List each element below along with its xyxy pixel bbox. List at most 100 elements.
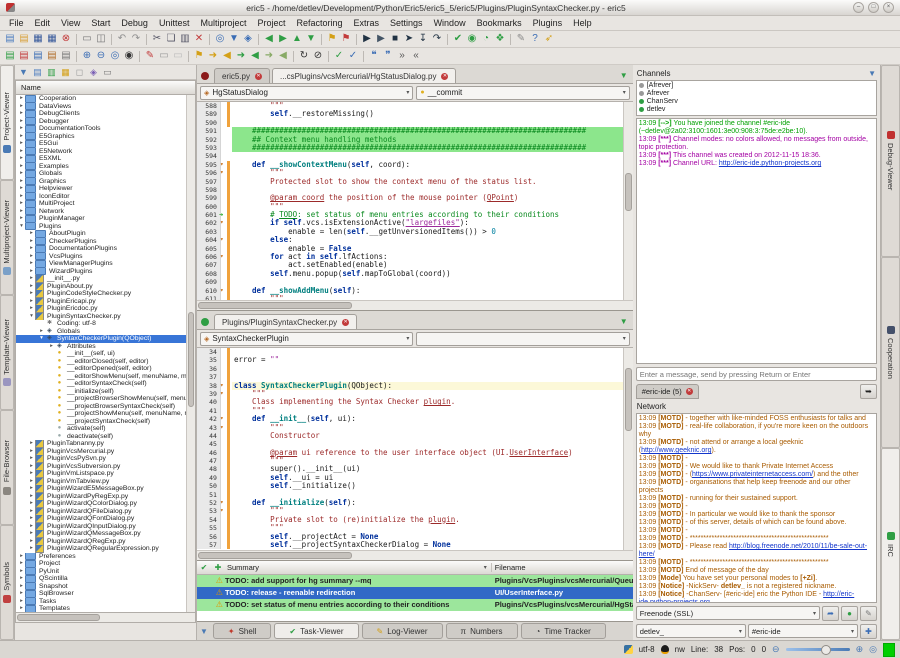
tree-item[interactable]: ● activate(self)	[16, 425, 195, 433]
line-number[interactable]: 47	[196, 457, 221, 466]
close-icon[interactable]	[254, 72, 262, 80]
line-number[interactable]: 38	[196, 381, 221, 390]
tree-item[interactable]: ▸ __init__.py	[16, 275, 195, 283]
tree-expander-icon[interactable]: ▸	[28, 238, 35, 246]
run-script-icon[interactable]: ▶	[360, 32, 374, 46]
profile-icon[interactable]: ◔	[479, 32, 493, 46]
fold-indicator-icon[interactable]	[220, 169, 224, 177]
tree-expander-icon[interactable]: ▸	[28, 523, 35, 531]
tree-expander-icon[interactable]: ▸	[18, 110, 25, 118]
tree-expander-icon[interactable]: ▾	[38, 335, 45, 343]
tree-expander-icon[interactable]: ▸	[18, 178, 25, 186]
edit-network-button[interactable]: ✎	[860, 605, 878, 621]
line-number[interactable]: 603	[196, 227, 221, 237]
dock-tab-symbols[interactable]: Symbols	[0, 525, 14, 640]
paste-icon[interactable]: ▥	[178, 32, 192, 46]
editor-tab[interactable]: Plugins/PluginSyntaxChecker.py	[213, 314, 358, 329]
tree-item[interactable]: ▾ ◈ SyntaxCheckerPlugin(QObject)	[15, 335, 195, 343]
line-number[interactable]: 591	[196, 127, 221, 136]
line-number[interactable]: 43	[196, 423, 221, 432]
task-row[interactable]: ⚠ TODO: add support for hg summary --mq Pl…	[196, 574, 633, 587]
line-number[interactable]: 50	[196, 482, 221, 491]
close-window-icon[interactable]: ×	[883, 2, 894, 13]
zoom-reset-icon[interactable]: ◎	[108, 49, 122, 63]
tree-expander-icon[interactable]: ▸	[28, 515, 35, 523]
tree-item[interactable]: ✱ Coding: utf-8	[16, 320, 195, 328]
class-combobox[interactable]: HgStatusDialog	[199, 85, 414, 100]
tree-item[interactable]: ▸ E5Network	[16, 147, 195, 155]
unittest-icon[interactable]: ◉	[465, 32, 479, 46]
next-task-icon[interactable]: ➜	[262, 49, 276, 63]
margin-marker[interactable]	[221, 381, 232, 391]
close-icon[interactable]: ⊗	[59, 32, 73, 46]
line-number[interactable]: 604	[196, 236, 221, 245]
search-next-icon[interactable]: ▼	[227, 32, 241, 46]
stop-loading-icon[interactable]: ⊘	[311, 49, 325, 63]
tree-item[interactable]: ● __projectBrowserSyntaxCheck(self)	[16, 403, 195, 411]
tree-expander-icon[interactable]: ▸	[28, 485, 35, 493]
line-number[interactable]: 600	[196, 202, 221, 212]
line-number[interactable]: 54	[196, 515, 221, 525]
tree-item[interactable]: ▸ MultiProject	[16, 200, 195, 208]
open-files-list-icon[interactable]	[620, 317, 628, 326]
scrollbar-thumb[interactable]	[16, 614, 100, 621]
tree-item[interactable]: ▸ SqlBrowser	[16, 590, 195, 598]
tree-expander-icon[interactable]: ▸	[28, 508, 35, 516]
tab-shell[interactable]: ✦ Shell	[212, 623, 272, 640]
task-filter-icon[interactable]: ✔	[197, 563, 211, 572]
line-number[interactable]: 594	[196, 152, 221, 161]
tree-expander-icon[interactable]: ▸	[28, 448, 35, 456]
tree-item[interactable]: ▸ QScintilla	[16, 575, 195, 583]
line-number[interactable]: 35	[196, 356, 221, 365]
resources-icon[interactable]: ▦	[59, 66, 72, 78]
tree-item[interactable]: ▸ PluginVmTabview.py	[16, 477, 195, 485]
tree-item[interactable]: ▸ PluginWizardQRegularExpression.py	[16, 545, 195, 553]
task-row[interactable]: ⚠ TODO: set status of menu entries accord…	[196, 598, 633, 611]
line-number[interactable]: 598	[196, 185, 221, 195]
line-number[interactable]: 51	[196, 490, 221, 500]
tree-expander-icon[interactable]: ▸	[28, 245, 35, 253]
tree-item[interactable]: ▸ PluginManager	[16, 215, 195, 223]
vcs-add-icon[interactable]: ▤	[31, 49, 45, 63]
line-number[interactable]: 45	[196, 440, 221, 449]
line-number[interactable]: 607	[196, 261, 221, 270]
tree-expander-icon[interactable]: ▸	[18, 170, 25, 178]
line-number[interactable]: 608	[196, 269, 221, 279]
whats-this-icon[interactable]: ➶	[542, 32, 556, 46]
line-number[interactable]: 49	[196, 473, 221, 483]
scrollbar-thumb[interactable]	[197, 551, 353, 559]
preferences-icon[interactable]: ✎	[514, 32, 528, 46]
tree-item[interactable]: ▸ PluginWizardQFileDialog.py	[16, 507, 195, 516]
debug-script-icon[interactable]: ▶	[374, 32, 388, 46]
tree-item[interactable]: ▸ Snapshot	[16, 582, 195, 590]
tree-expander-icon[interactable]: ▸	[38, 328, 45, 336]
margin-marker[interactable]	[221, 211, 232, 220]
menu-multiproject[interactable]: Multiproject	[195, 18, 251, 28]
tree-expander-icon[interactable]: ▸	[18, 133, 25, 141]
line-number[interactable]: 597	[196, 177, 221, 186]
tree-item[interactable]: ▸ Preferences	[16, 552, 195, 560]
tree-item[interactable]: ▸ PluginAbout.py	[16, 282, 195, 290]
line-number[interactable]: 40	[196, 398, 221, 407]
new-icon[interactable]: ▤	[3, 32, 17, 46]
tree-expander-icon[interactable]: ▸	[28, 253, 35, 261]
menu-settings[interactable]: Settings	[385, 18, 428, 28]
fold-indicator-icon[interactable]	[220, 253, 224, 261]
tree-item[interactable]: ● __projectBrowserShowMenu(self, menuName…	[16, 395, 195, 403]
tree-expander-icon[interactable]: ▸	[18, 215, 25, 223]
bookmark-backward-icon[interactable]: ◀	[220, 49, 234, 63]
margin-marker[interactable]	[220, 253, 232, 262]
line-number[interactable]: 57	[196, 540, 221, 550]
continue-icon[interactable]: ➤	[402, 32, 416, 46]
margin-marker[interactable]	[221, 389, 232, 399]
zoom-fit-icon[interactable]: ◉	[122, 49, 136, 63]
line-number[interactable]: 609	[196, 278, 221, 287]
fold-indicator-icon[interactable]	[220, 507, 224, 515]
uncomment-icon[interactable]: ❞	[381, 49, 395, 63]
tree-item[interactable]: ▸ ◈ Globals	[16, 328, 195, 336]
step-over-icon[interactable]: ↷	[430, 32, 444, 46]
goto-forward-icon[interactable]: ▶	[276, 32, 290, 46]
tree-column-header[interactable]: Name	[14, 80, 196, 95]
close-icon[interactable]	[342, 318, 350, 326]
line-number[interactable]: 588	[196, 102, 221, 111]
